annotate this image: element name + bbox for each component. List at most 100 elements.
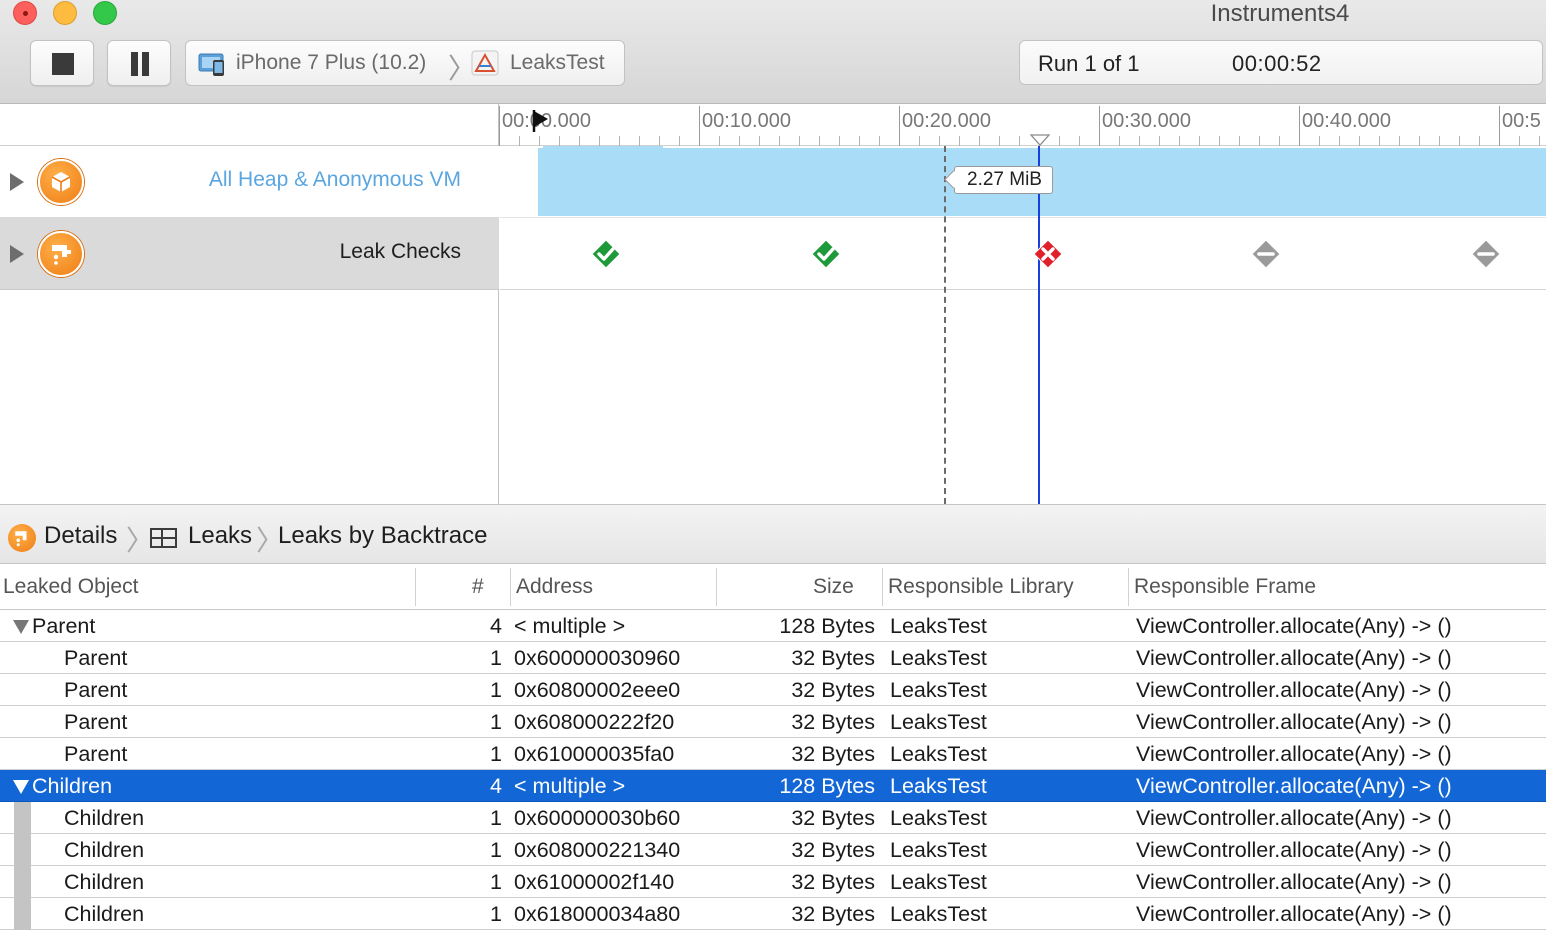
cell-responsible-frame: ViewController.allocate(Any) -> ()	[1136, 646, 1452, 670]
target-device-selector[interactable]: iPhone 7 Plus (10.2) 〉 LeaksTest	[185, 40, 625, 86]
target-app-name: LeaksTest	[510, 51, 605, 74]
jumpbar-view-mode[interactable]: Leaks by Backtrace	[278, 522, 487, 550]
zoom-window-button[interactable]	[93, 1, 117, 25]
group-indent-bar	[14, 834, 31, 866]
cell-leaked-object: Parent	[64, 710, 128, 734]
cell-size: 32 Bytes	[791, 806, 875, 830]
timeline-ruler[interactable]: 00:00.000 00:10.000 00:20.000 00:30.000 00:4…	[0, 104, 1546, 146]
cell-address: < multiple >	[514, 614, 626, 638]
ruler-header-spacer	[0, 104, 499, 146]
collapse-triangle-icon[interactable]	[13, 620, 29, 634]
cell-responsible-library: LeaksTest	[890, 838, 987, 862]
cell-responsible-frame: ViewController.allocate(Any) -> ()	[1136, 870, 1452, 894]
cell-responsible-library: LeaksTest	[890, 806, 987, 830]
column-responsible-frame[interactable]: Responsible Frame	[1134, 575, 1316, 599]
gray-minus-icon[interactable]	[1251, 239, 1281, 269]
cell-responsible-frame: ViewController.allocate(Any) -> ()	[1136, 710, 1452, 734]
jumpbar-details[interactable]: Details	[44, 522, 117, 550]
close-window-button[interactable]	[13, 1, 37, 25]
cell-address: 0x608000222f20	[514, 710, 675, 734]
green-check-icon[interactable]	[591, 239, 621, 269]
cell-size: 128 Bytes	[779, 614, 875, 638]
pause-icon	[131, 52, 138, 76]
cell-count: 1	[490, 646, 502, 670]
leaks-table-body: Parent 4 < multiple > 128 Bytes LeaksTest Vie…	[0, 610, 1546, 930]
cell-address: 0x61000002f140	[514, 870, 675, 894]
cell-size: 32 Bytes	[791, 646, 875, 670]
stop-recording-button[interactable]	[30, 40, 94, 86]
table-row[interactable]: Children 1 0x608000221340 32 Bytes LeaksTest…	[0, 834, 1546, 866]
cell-responsible-library: LeaksTest	[890, 742, 987, 766]
ruler-tick-label: 00:5	[1502, 110, 1541, 132]
inspection-head-line[interactable]	[1038, 146, 1040, 504]
run-status-display[interactable]: Run 1 of 1 00:00:52	[1019, 40, 1543, 85]
cell-address: 0x600000030960	[514, 646, 681, 670]
table-row[interactable]: Children 1 0x61000002f140 32 Bytes LeaksTest…	[0, 866, 1546, 898]
hover-time-marker	[944, 146, 946, 504]
red-x-icon[interactable]	[1033, 239, 1063, 269]
table-group-row[interactable]: Parent 4 < multiple > 128 Bytes LeaksTest Vie…	[0, 610, 1546, 642]
cell-count: 4	[490, 774, 502, 798]
ruler-tick-label: 00:30.000	[1102, 110, 1191, 132]
track-divider	[500, 217, 1546, 218]
table-row[interactable]: Children 1 0x600000030b60 32 Bytes LeaksTest…	[0, 802, 1546, 834]
app-target-icon	[471, 50, 499, 76]
column-divider[interactable]	[1128, 568, 1129, 606]
minimize-window-button[interactable]	[53, 1, 77, 25]
column-leaked-object[interactable]: Leaked Object	[3, 575, 138, 599]
table-row[interactable]: Children 1 0x618000034a80 32 Bytes LeaksTest…	[0, 898, 1546, 930]
cell-address: < multiple >	[514, 774, 626, 798]
track-leak-checks[interactable]: Leak Checks	[0, 218, 499, 290]
cell-count: 1	[490, 710, 502, 734]
cell-address: 0x608000221340	[514, 838, 681, 862]
track-allocations[interactable]: All Heap & Anonymous VM	[0, 146, 499, 218]
column-responsible-library[interactable]: Responsible Library	[888, 575, 1074, 599]
timeline-graph-area[interactable]: 2.27 MiB	[500, 146, 1546, 504]
simulator-device-icon	[198, 53, 224, 76]
column-divider[interactable]	[716, 568, 717, 606]
recording-start-flag-icon[interactable]	[531, 108, 551, 134]
cell-leaked-object: Parent	[32, 614, 96, 638]
group-indent-bar	[14, 802, 31, 834]
cell-leaked-object: Parent	[64, 742, 128, 766]
track-name: Leak Checks	[339, 240, 461, 263]
leaks-icon	[38, 231, 84, 277]
expand-triangle-icon[interactable]	[10, 173, 24, 191]
table-row[interactable]: Parent 1 0x60800002eee0 32 Bytes LeaksTest Vi…	[0, 674, 1546, 706]
cell-leaked-object: Children	[64, 838, 145, 862]
green-check-icon[interactable]	[811, 239, 841, 269]
cell-responsible-frame: ViewController.allocate(Any) -> ()	[1136, 678, 1452, 702]
group-indent-bar	[14, 898, 31, 930]
table-row[interactable]: Parent 1 0x608000222f20 32 Bytes LeaksTest Vi…	[0, 706, 1546, 738]
ruler-tick-label: 00:10.000	[702, 110, 791, 132]
window-toolbar: Instruments4 iPhone 7 Plus (10.2) 〉 Leak…	[0, 0, 1546, 104]
gray-minus-icon[interactable]	[1471, 239, 1501, 269]
column-divider[interactable]	[882, 568, 883, 606]
column-divider[interactable]	[510, 568, 511, 606]
column-divider[interactable]	[415, 568, 416, 606]
table-row[interactable]: Parent 1 0x610000035fa0 32 Bytes LeaksTest Vi…	[0, 738, 1546, 770]
column-count[interactable]: #	[472, 575, 484, 599]
cell-size: 32 Bytes	[791, 678, 875, 702]
cell-address: 0x610000035fa0	[514, 742, 675, 766]
track-divider	[500, 289, 1546, 290]
expand-triangle-icon[interactable]	[10, 245, 24, 263]
column-address[interactable]: Address	[516, 575, 593, 599]
table-group-row[interactable]: Children 4 < multiple > 128 Bytes LeaksTest V…	[0, 770, 1546, 802]
ruler-tick-label: 00:20.000	[902, 110, 991, 132]
cell-count: 1	[490, 870, 502, 894]
cell-size: 128 Bytes	[779, 774, 875, 798]
cell-count: 1	[490, 902, 502, 926]
jumpbar-leaks[interactable]: Leaks	[188, 522, 252, 550]
cell-address: 0x60800002eee0	[514, 678, 681, 702]
pause-recording-button[interactable]	[107, 40, 171, 86]
collapse-triangle-icon[interactable]	[13, 780, 29, 794]
cell-leaked-object: Children	[64, 806, 145, 830]
cell-leaked-object: Parent	[64, 678, 128, 702]
table-row[interactable]: Parent 1 0x600000030960 32 Bytes LeaksTest Vi…	[0, 642, 1546, 674]
cell-responsible-library: LeaksTest	[890, 614, 987, 638]
inspection-head-handle[interactable]	[1030, 134, 1050, 146]
stop-icon	[52, 53, 74, 75]
column-size[interactable]: Size	[813, 575, 854, 599]
cell-address: 0x618000034a80	[514, 902, 681, 926]
